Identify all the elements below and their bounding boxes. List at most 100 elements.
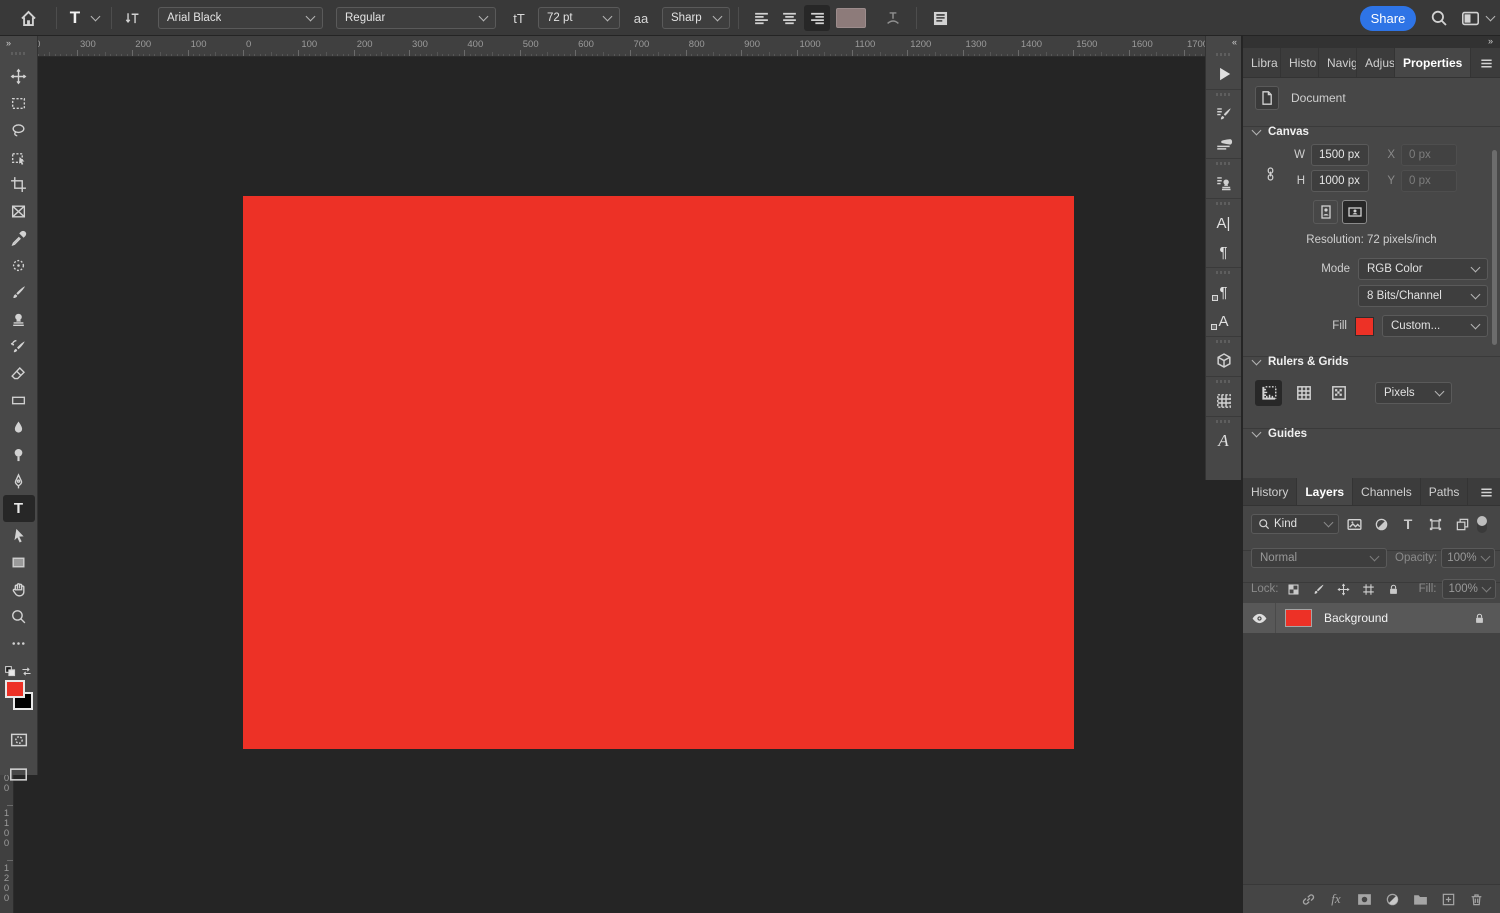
tab-adjustments[interactable]: Adjus [1357,48,1395,77]
anti-alias-select[interactable]: Sharp [662,0,730,36]
object-selection-tool[interactable] [3,144,35,171]
dock-grip[interactable] [1216,53,1232,56]
brush-tool[interactable] [3,279,35,306]
workspace-switcher-icon[interactable] [1458,0,1482,36]
tab-layers[interactable]: Layers [1297,478,1353,505]
home-button[interactable] [14,0,42,36]
path-selection-tool[interactable] [3,522,35,549]
add-layer-mask-icon[interactable] [1354,889,1374,909]
quick-mask-button[interactable] [3,726,35,753]
lock-transparency-icon[interactable] [1285,579,1304,599]
workspace-chevron-icon[interactable] [1484,0,1496,36]
crop-tool[interactable] [3,171,35,198]
layer-filter-kind-select[interactable]: Kind [1251,514,1339,534]
healing-brush-tool[interactable] [3,252,35,279]
tools-grip[interactable] [11,52,27,55]
link-dimensions-icon[interactable] [1263,152,1278,196]
pen-tool[interactable] [3,468,35,495]
font-style-select[interactable]: Regular [336,0,496,36]
tab-histogram[interactable]: Histo [1281,48,1319,77]
layer-name[interactable]: Background [1324,611,1473,625]
ruler-units-select[interactable]: Pixels [1375,382,1452,404]
font-size-select[interactable]: 72 pt [538,0,620,36]
paragraph-styles-panel[interactable]: ¶ [1209,278,1239,306]
history-brush-tool[interactable] [3,333,35,360]
delete-layer-icon[interactable] [1466,889,1486,909]
lasso-tool[interactable] [3,117,35,144]
dock-grip[interactable] [1216,340,1232,343]
filter-type-layers-icon[interactable]: T [1396,514,1420,534]
layer-thumbnail[interactable] [1285,609,1312,627]
dock-grip[interactable] [1216,271,1232,274]
dock-grip[interactable] [1216,93,1232,96]
document-canvas[interactable] [243,196,1074,749]
move-tool[interactable] [3,63,35,90]
dock-grip[interactable] [1216,380,1232,383]
brush-settings-panel[interactable] [1209,100,1239,128]
tab-navigator[interactable]: Navig [1319,48,1357,77]
character-panel[interactable]: A| [1209,209,1239,237]
text-color-swatch[interactable] [836,8,866,28]
default-colors-icon[interactable] [4,665,17,678]
lock-artboard-icon[interactable] [1359,579,1378,599]
blend-mode-select[interactable]: Normal [1251,548,1387,568]
tab-properties[interactable]: Properties [1395,48,1471,77]
warp-text-button[interactable] [880,0,906,36]
new-adjustment-layer-icon[interactable] [1382,889,1402,909]
clone-source-panel[interactable] [1209,169,1239,197]
search-icon[interactable] [1428,0,1450,36]
new-group-icon[interactable] [1410,889,1430,909]
fill-opacity-select[interactable]: 100% [1442,579,1496,599]
layer-row-background[interactable]: Background [1243,603,1500,633]
collapse-guides-icon[interactable] [1252,428,1262,438]
collapse-panels-icon[interactable]: » [1243,36,1500,48]
new-layer-icon[interactable] [1438,889,1458,909]
tab-libraries[interactable]: Libra [1243,48,1281,77]
layer-style-fx-icon[interactable]: fx [1326,889,1346,909]
collapse-dock-icon[interactable]: « [1206,36,1241,50]
height-input[interactable]: 1000 px [1311,170,1369,192]
font-family-select[interactable]: Arial Black [158,0,323,36]
actions-panel[interactable] [1209,60,1239,88]
frame-tool[interactable] [3,198,35,225]
layers-menu-icon[interactable] [1479,485,1494,500]
screen-mode-button[interactable] [3,761,35,788]
bit-depth-select[interactable]: 8 Bits/Channel [1358,285,1488,307]
properties-menu-icon[interactable] [1479,56,1494,71]
link-layers-icon[interactable] [1298,889,1318,909]
filter-adjustment-layers-icon[interactable] [1369,514,1393,534]
hand-tool[interactable] [3,576,35,603]
fill-select[interactable]: Custom... [1382,315,1488,337]
layer-filter-toggle[interactable] [1477,516,1487,533]
rectangular-marquee-tool[interactable] [3,90,35,117]
dock-grip[interactable] [1216,420,1232,423]
align-center-button[interactable] [776,5,802,31]
zoom-tool[interactable] [3,603,35,630]
grid-toggle-button[interactable] [1290,380,1317,406]
rulers-toggle-button[interactable] [1255,380,1282,406]
3d-panel[interactable] [1209,347,1239,375]
mode-select[interactable]: RGB Color [1358,258,1488,280]
gradient-tool[interactable] [3,387,35,414]
properties-scrollbar[interactable] [1492,150,1497,345]
dock-grip[interactable] [1216,162,1232,165]
pixel-grid-toggle-button[interactable] [1325,380,1352,406]
pattern-preview-panel[interactable] [1209,387,1239,415]
lock-all-icon[interactable] [1384,579,1403,599]
collapse-rulers-grids-icon[interactable] [1252,356,1262,366]
blur-tool[interactable] [3,414,35,441]
brushes-panel[interactable] [1209,129,1239,157]
glyphs-panel[interactable]: A [1209,427,1239,455]
align-right-button[interactable] [804,5,830,31]
tool-preset-chevron-icon[interactable] [88,0,102,36]
width-input[interactable]: 1500 px [1311,144,1369,166]
lock-position-icon[interactable] [1334,579,1353,599]
collapse-canvas-icon[interactable] [1252,126,1262,136]
toggle-panels-button[interactable] [926,0,954,36]
filter-shape-layers-icon[interactable] [1423,514,1447,534]
swap-colors-icon[interactable] [20,665,33,678]
type-tool-preset[interactable]: T [62,0,88,36]
dodge-tool[interactable] [3,441,35,468]
eraser-tool[interactable] [3,360,35,387]
share-button[interactable]: Share [1360,6,1416,31]
